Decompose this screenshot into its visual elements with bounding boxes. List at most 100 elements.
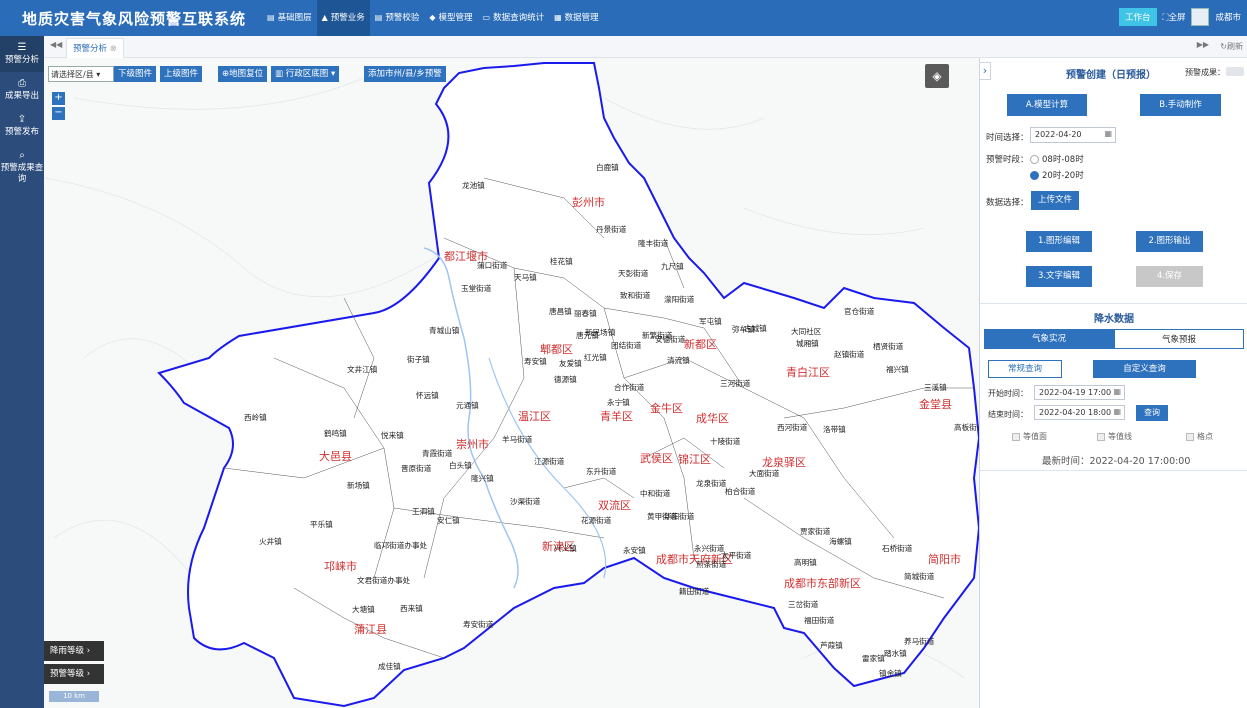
panel-toggle-icon[interactable]: ›: [979, 62, 991, 80]
map-reset-label: 地图复位: [229, 69, 264, 79]
town-label: 弥牟镇: [732, 325, 755, 334]
checkbox-grid[interactable]: 格点: [1186, 431, 1213, 442]
refresh-button[interactable]: ↻刷新: [1220, 41, 1243, 52]
scale-bar: 10 km: [49, 691, 99, 702]
output-graph-button[interactable]: 2.图形输出: [1136, 231, 1203, 252]
period-option-1[interactable]: 08时-08时: [1030, 153, 1084, 165]
map-icon: ▥: [275, 69, 286, 79]
calendar-icon: ▦: [1113, 407, 1121, 416]
town-label: 天马镇: [514, 273, 537, 282]
tab-active[interactable]: 预警分析 ⊗: [66, 38, 124, 58]
normal-query-button[interactable]: 常规查询: [988, 360, 1062, 378]
rain-data-title: 降水数据: [1094, 314, 1134, 325]
nav-item-0[interactable]: ▤ 基础图层: [262, 0, 317, 36]
workbench-button[interactable]: 工作台: [1119, 8, 1157, 26]
avatar[interactable]: [1191, 8, 1210, 26]
town-label: 平乐镇: [310, 520, 333, 529]
town-label: 十陵街道: [710, 437, 741, 446]
rain-level-legend[interactable]: 降雨等级 ›: [44, 641, 104, 661]
town-label: 龙池镇: [462, 181, 485, 190]
town-label: 大塘镇: [352, 605, 375, 614]
checkbox-isoline[interactable]: 等值线: [1097, 431, 1132, 442]
town-label: 兴义镇: [554, 544, 577, 553]
town-label: 三溪镇: [924, 383, 947, 392]
map-view[interactable]: 请选择区/县 ▾ 下级图件 上级图件 ⊕地图复位 ▥ 行政区底图 ▾ 添加市州/…: [44, 58, 979, 708]
district-label: 金堂县: [919, 398, 952, 411]
rain-legend-label: 降雨等级: [50, 646, 85, 656]
tab-forecast[interactable]: 气象预报: [1114, 329, 1244, 349]
town-label: 中和街道: [640, 489, 671, 498]
nav-item-4[interactable]: ▭ 数据查询统计: [478, 0, 550, 36]
layer-switch-button[interactable]: ◈: [925, 64, 949, 88]
nav-item-3[interactable]: ◆ 模型管理: [424, 0, 477, 36]
zoom-in-button[interactable]: +: [52, 92, 65, 105]
date-input[interactable]: 2022-04-20 ▦: [1030, 127, 1116, 143]
edit-text-button[interactable]: 3.文字编辑: [1026, 266, 1092, 287]
period-option-2[interactable]: 20时-20时: [1030, 169, 1084, 181]
query-button[interactable]: 查询: [1136, 405, 1168, 421]
result-toggle[interactable]: [1226, 67, 1244, 76]
sidebar-item-3[interactable]: ⌕ 预警成果查询: [0, 144, 44, 191]
start-time-value: 2022-04-19 17:00: [1039, 388, 1112, 397]
nav-item-2[interactable]: ▤ 预警校验: [370, 0, 425, 36]
city-label[interactable]: 成都市: [1215, 11, 1241, 23]
model-calc-button[interactable]: A.模型计算: [1007, 94, 1087, 116]
add-warning-button[interactable]: 添加市州/县/乡预警: [364, 66, 446, 82]
sidebar-item-1[interactable]: ⎙ 成果导出: [0, 72, 44, 108]
town-label: 寿安镇: [524, 357, 547, 366]
checkbox-icon: [1186, 432, 1194, 441]
nav-item-1[interactable]: ▲ 预警业务: [316, 0, 370, 36]
manual-make-button[interactable]: B.手动制作: [1140, 94, 1221, 116]
collapse-left-icon[interactable]: ◀◀: [50, 40, 62, 49]
town-label: 晋原街道: [401, 464, 432, 473]
fullscreen-button[interactable]: ⛶全屏: [1163, 11, 1186, 23]
town-label: 东升街道: [586, 467, 617, 476]
basemap-select[interactable]: ▥ 行政区底图 ▾: [271, 66, 340, 82]
custom-query-button[interactable]: 自定义查询: [1093, 360, 1196, 378]
save-button[interactable]: 4.保存: [1136, 266, 1203, 287]
sidebar-item-label: 预警分析: [4, 55, 39, 65]
period-label: 预警时段：: [986, 155, 1029, 165]
town-label: 军屯镇: [699, 317, 722, 326]
checkbox-icon: [1097, 432, 1105, 441]
database-icon: ▦: [554, 13, 562, 22]
download-map-button[interactable]: 下级图件: [114, 66, 157, 82]
upload-map-button[interactable]: 上级图件: [160, 66, 203, 82]
county-select[interactable]: 请选择区/县 ▾: [48, 66, 114, 82]
nav-item-5[interactable]: ▦ 数据管理: [549, 0, 604, 36]
town-label: 三河街道: [720, 379, 751, 388]
chevron-down-icon: ▾: [96, 70, 101, 79]
start-time-input[interactable]: 2022-04-19 17:00 ▦: [1034, 385, 1125, 400]
panel-title: 预警创建（日预报）: [1066, 70, 1156, 81]
town-label: 雷家镇: [862, 654, 885, 663]
chk1-text: 等值面: [1023, 432, 1047, 441]
map-reset-button[interactable]: ⊕地图复位: [218, 66, 268, 82]
district-label: 彭州市: [572, 196, 605, 209]
sidebar-item-0[interactable]: ☰ 预警分析: [0, 36, 44, 72]
upload-file-button[interactable]: 上传文件: [1031, 191, 1079, 210]
district-label: 简阳市: [928, 553, 961, 566]
warning-level-legend[interactable]: 预警等级 ›: [44, 664, 104, 684]
nav-item-label: 数据查询统计: [493, 13, 545, 23]
nav-item-label: 预警业务: [330, 13, 365, 23]
sidebar-item-2[interactable]: ⇪ 预警发布: [0, 108, 44, 144]
district-label: 蒲江县: [354, 623, 387, 636]
edit-graph-button[interactable]: 1.图形编辑: [1026, 231, 1092, 252]
chk2-text: 等值线: [1108, 432, 1132, 441]
town-label: 高板街道: [954, 423, 979, 432]
town-label: 龙泉街道: [696, 479, 727, 488]
town-label: 团结街道: [611, 341, 642, 350]
town-label: 三岔街道: [788, 600, 819, 609]
date-value: 2022-04-20: [1035, 130, 1082, 139]
checkbox-isosurface[interactable]: 等值面: [1012, 431, 1047, 442]
tab-actual[interactable]: 气象实况: [984, 329, 1114, 349]
town-label: 石桥街道: [882, 544, 913, 553]
end-time-value: 2022-04-20 18:00: [1039, 408, 1112, 417]
town-label: 鹤鸣镇: [324, 429, 347, 438]
town-label: 踏水镇: [884, 649, 907, 658]
close-icon[interactable]: ⊗: [110, 44, 117, 54]
expand-right-icon[interactable]: ▶▶: [1197, 40, 1209, 49]
end-time-input[interactable]: 2022-04-20 18:00 ▦: [1034, 405, 1125, 420]
town-label: 安仁镇: [437, 516, 460, 525]
zoom-out-button[interactable]: −: [52, 107, 65, 120]
